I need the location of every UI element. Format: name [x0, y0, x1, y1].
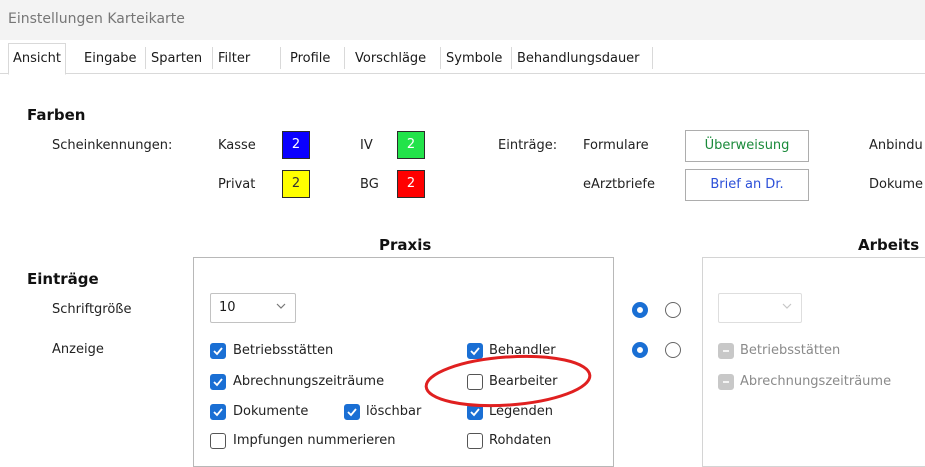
- loeschbar-label: löschbar: [366, 404, 422, 419]
- formulare-color-button[interactable]: Überweisung: [685, 130, 809, 162]
- farben-heading: Farben: [27, 106, 86, 124]
- window-title: Einstellungen Karteikarte: [8, 11, 185, 27]
- tab-separator: [440, 47, 441, 69]
- kasse-color-swatch[interactable]: 2: [282, 131, 310, 159]
- praxis-radio-schriftgroesse[interactable]: [632, 302, 648, 318]
- arbeits-abrechnungszeitraeume-label: Abrechnungszeiträume: [740, 374, 892, 389]
- rohdaten-label: Rohdaten: [489, 433, 552, 448]
- privat-color-swatch[interactable]: 2: [282, 170, 310, 198]
- iv-label: IV: [360, 138, 373, 153]
- arbeits-radio-anzeige[interactable]: [665, 342, 681, 358]
- tab-separator: [344, 47, 345, 69]
- bg-label: BG: [360, 177, 379, 192]
- eintraege-heading: Einträge: [27, 270, 99, 288]
- tab-ansicht[interactable]: Ansicht: [8, 43, 67, 75]
- tab-separator: [511, 47, 512, 69]
- iv-color-swatch[interactable]: 2: [397, 131, 425, 159]
- tab-profile[interactable]: Profile: [286, 47, 334, 71]
- tab-sparten[interactable]: Sparten: [147, 47, 206, 71]
- anzeige-label: Anzeige: [52, 342, 104, 357]
- arbeits-radio-schriftgroesse[interactable]: [665, 302, 681, 318]
- tab-vorschlaege[interactable]: Vorschläge: [351, 47, 430, 71]
- arbeits-schriftgroesse-select: [718, 293, 802, 323]
- loeschbar-checkbox[interactable]: [344, 404, 360, 420]
- abrechnungszeitraeume-checkbox[interactable]: [210, 374, 226, 390]
- dokumente-checkbox[interactable]: [210, 404, 226, 420]
- annotation-ellipse: [424, 354, 592, 408]
- kasse-label: Kasse: [218, 138, 256, 153]
- arbeits-betriebsstaetten-label: Betriebsstätten: [740, 343, 841, 358]
- tab-separator: [652, 47, 653, 69]
- tab-filter[interactable]: Filter: [214, 47, 254, 71]
- tab-separator: [212, 47, 213, 69]
- praxis-radio-anzeige[interactable]: [632, 342, 648, 358]
- tab-separator: [280, 47, 281, 69]
- abrechnungszeitraeume-label: Abrechnungszeiträume: [233, 374, 385, 389]
- privat-label: Privat: [218, 177, 256, 192]
- betriebsstaetten-checkbox[interactable]: [210, 343, 226, 359]
- eintraege-farben-label: Einträge:: [498, 138, 558, 153]
- tab-eingabe[interactable]: Eingabe: [80, 47, 141, 71]
- dokumente-label: Dokumente: [233, 404, 309, 419]
- tab-symbole[interactable]: Symbole: [442, 47, 506, 71]
- chevron-down-icon: [275, 300, 287, 316]
- tab-behandlungsdauer[interactable]: Behandlungsdauer: [513, 47, 644, 71]
- chevron-down-icon: [781, 300, 793, 316]
- formulare-label: Formulare: [583, 138, 649, 153]
- dokumente-color-label: Dokume: [869, 177, 923, 192]
- tab-separator: [145, 47, 146, 69]
- arbeits-group-box: [702, 257, 925, 467]
- praxis-column-header: Praxis: [379, 236, 432, 254]
- scheinkennungen-label: Scheinkennungen:: [52, 138, 173, 153]
- anbindung-label: Anbindu: [869, 138, 923, 153]
- betriebsstaetten-label: Betriebsstätten: [233, 343, 334, 358]
- bg-color-swatch[interactable]: 2: [397, 170, 425, 198]
- arbeits-abrechnungszeitraeume-checkbox: [718, 374, 734, 390]
- earztbriefe-color-button[interactable]: Brief an Dr.: [685, 169, 809, 201]
- schriftgroesse-value: 10: [219, 300, 236, 315]
- schriftgroesse-select[interactable]: 10: [210, 293, 296, 323]
- earztbriefe-label: eArztbriefe: [583, 177, 655, 192]
- arbeits-column-header: Arbeits: [858, 236, 920, 254]
- schriftgroesse-label: Schriftgröße: [52, 302, 132, 317]
- impfungen-checkbox[interactable]: [210, 433, 226, 449]
- arbeits-betriebsstaetten-checkbox: [718, 343, 734, 359]
- rohdaten-checkbox[interactable]: [467, 433, 483, 449]
- impfungen-label: Impfungen nummerieren: [233, 433, 396, 448]
